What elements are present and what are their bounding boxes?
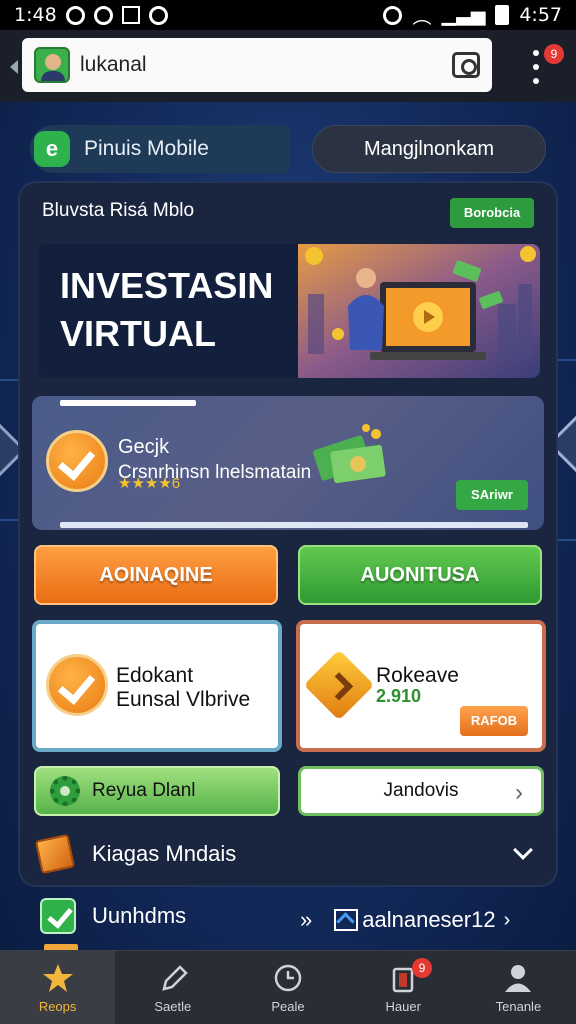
tab-mangjlnonkam[interactable]: Mangjlnonkam — [312, 125, 546, 173]
nav-item-saetle[interactable]: Saetle — [115, 951, 230, 1024]
green-pill-label: Reyua Dlanl — [92, 780, 196, 801]
status-time-right: 4:57 — [519, 4, 562, 26]
more-menu-icon[interactable] — [528, 50, 544, 84]
expandable-section[interactable]: Kiagas Mndais — [34, 830, 542, 878]
right-card-title: Rokeave — [376, 664, 459, 687]
nav-label: Tenanle — [495, 999, 542, 1014]
right-card-value: 2.910 — [376, 686, 422, 706]
notification-icon — [65, 5, 85, 25]
person-icon — [505, 965, 532, 992]
promo-title: Gecjk — [118, 436, 170, 458]
signal-icon: ▁▃▅ — [441, 4, 486, 26]
nav-item-peale[interactable]: Peale — [230, 951, 345, 1024]
nav-label: Peale — [271, 999, 305, 1014]
camera-icon[interactable] — [452, 52, 480, 78]
pen-icon — [162, 965, 188, 991]
nav-label: Saetle — [154, 999, 192, 1014]
under-item-label: Uunhdms — [92, 903, 187, 928]
checkmark-card-icon — [46, 654, 108, 716]
check-shield-icon — [40, 898, 76, 934]
battery-icon — [495, 5, 510, 25]
left-card-subtitle: Eunsal Vlbrive — [116, 688, 251, 711]
cube-icon — [34, 833, 76, 875]
avatar[interactable] — [34, 47, 70, 83]
promo-progress-bar — [60, 522, 528, 528]
chevron-right-icon: › — [515, 779, 523, 806]
green-action-button[interactable]: AUONITUSA — [298, 545, 542, 605]
nav-notification-badge: 9 — [412, 958, 432, 978]
app-logo-icon: e — [34, 131, 70, 167]
double-chevron-icon: » — [300, 907, 313, 932]
rating-stars: ★★★★6 — [118, 475, 181, 492]
hero-illustration — [298, 244, 540, 378]
menu-notification-badge: 9 — [544, 44, 564, 64]
promo-start-button[interactable]: SAriwr — [456, 480, 528, 510]
white-pill-button[interactable]: Jandovis › — [298, 766, 544, 816]
nav-label: Reops — [38, 999, 77, 1014]
hero-title-line1: INVESTASIN — [60, 265, 274, 306]
orange-action-button[interactable]: AOINAQINE — [34, 545, 278, 605]
back-arrow-icon[interactable] — [10, 60, 18, 74]
expand-label: Kiagas Mndais — [92, 841, 237, 866]
star-icon — [42, 964, 73, 992]
promo-divider — [60, 400, 196, 406]
nav-item-reops[interactable]: Reops — [0, 951, 116, 1024]
instagram-icon — [148, 5, 168, 25]
alarm-icon — [383, 5, 403, 25]
chevron-down-icon[interactable] — [513, 840, 533, 860]
tab-label: Pinuis Mobile — [84, 137, 209, 160]
panel-title: Bluvsta Risá Mblo — [42, 200, 195, 221]
wifi-icon: ︵ — [412, 5, 432, 28]
under-right-label: aalnaneser12 — [362, 907, 496, 932]
bottom-navigation: Reops Saetle Peale Hauer Tenanle — [0, 950, 576, 1024]
nfc-icon — [121, 6, 140, 24]
hero-title: INVESTASIN VIRTUAL — [60, 262, 300, 358]
nav-item-hauer[interactable]: Hauer — [346, 951, 461, 1024]
nav-item-tenanle[interactable]: Tenanle — [461, 951, 576, 1024]
money-icon — [313, 424, 386, 484]
status-bar: 1:48 ︵ ▁▃▅ 4:57 — [0, 0, 576, 30]
right-card-button[interactable]: RAFOB — [460, 706, 528, 736]
left-card-title: Edokant — [116, 664, 194, 687]
panel-chip-button[interactable]: Borobcia — [450, 198, 534, 228]
status-time-left: 1:48 — [14, 4, 57, 26]
gear-icon — [50, 776, 80, 806]
white-pill-label: Jandovis — [383, 780, 459, 801]
chevron-right-small-icon: › — [503, 908, 511, 931]
clock-icon — [274, 964, 302, 992]
block-icon — [93, 5, 113, 25]
tab-pinuis-mobile[interactable]: e Pinuis Mobile — [30, 125, 290, 173]
hero-title-line2: VIRTUAL — [60, 313, 216, 354]
checkmark-badge-icon — [46, 430, 108, 492]
under-right-link[interactable]: » aalnaneser12 › — [300, 900, 546, 940]
file-arrow-icon — [334, 909, 359, 931]
green-pill-button[interactable]: Reyua Dlanl — [34, 766, 280, 816]
nav-label: Hauer — [385, 999, 421, 1014]
search-input[interactable]: lukanal — [80, 53, 452, 77]
search-bar[interactable]: lukanal — [22, 38, 492, 92]
